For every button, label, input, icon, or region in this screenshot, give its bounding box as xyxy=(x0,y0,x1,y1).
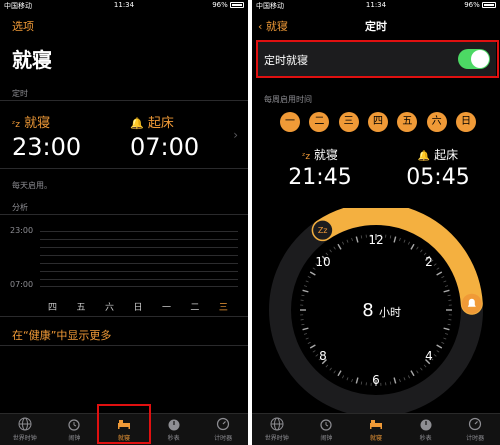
options-button[interactable]: 选项 xyxy=(12,18,34,34)
every-day-label: 每天启用。 xyxy=(12,181,52,190)
stopwatch-icon xyxy=(168,419,180,431)
battery-icon xyxy=(482,2,496,8)
dial-number: 12 xyxy=(368,233,383,247)
tab-world-clock[interactable]: 世界时钟 xyxy=(253,417,301,442)
divider xyxy=(0,345,248,346)
zz-icon: Zz xyxy=(318,226,328,235)
chart-top-label: 23:00 xyxy=(10,226,34,235)
weekday-selector: 一 二 三 四 五 六 日 xyxy=(280,112,476,132)
show-in-health-link[interactable]: 在“健康”中显示更多 xyxy=(12,327,111,343)
day-labels: 四 五 六 日 一 二 三 xyxy=(48,300,228,313)
bell-icon: 🔔 xyxy=(417,151,431,162)
timer-icon xyxy=(217,417,230,431)
sleep-analysis-chart: 23:00 07:00 xyxy=(10,226,238,290)
bedtime-value: 23:00 xyxy=(12,133,82,161)
dial-number: 4 xyxy=(425,349,433,363)
nav-bar: ‹ 就寝 定时 xyxy=(252,18,500,34)
weekday-toggle[interactable]: 一 xyxy=(280,112,300,132)
dial-number: 2 xyxy=(425,255,433,269)
status-bar: 中国移动 11:34 96% xyxy=(252,0,500,12)
wake-label: 起床 xyxy=(147,116,174,131)
globe-icon xyxy=(270,417,284,431)
dial-number: 8 xyxy=(319,349,327,363)
bedtime-screen: 中国移动 11:34 96% 选项 就寝 定时 ᶻz 就寝 23:00 🔔 起床… xyxy=(0,0,248,445)
day-label: 六 xyxy=(104,303,114,313)
stopwatch-icon xyxy=(420,419,432,431)
divider xyxy=(0,100,248,101)
zz-icon: ᶻz xyxy=(302,152,311,162)
status-time: 11:34 xyxy=(365,1,387,9)
tab-world-clock[interactable]: 世界时钟 xyxy=(1,417,49,442)
bedtime-block: ᶻz 就寝 21:45 xyxy=(280,146,360,190)
day-label: 五 xyxy=(76,303,86,313)
weekday-toggle[interactable]: 二 xyxy=(309,112,330,132)
highlight-box xyxy=(97,404,151,444)
weekly-label: 每周启用时间 xyxy=(264,95,312,104)
zz-icon: ᶻz xyxy=(12,120,21,130)
day-label: 二 xyxy=(190,303,200,313)
chart-bottom-label: 07:00 xyxy=(10,280,34,289)
divider xyxy=(0,316,248,317)
weekday-toggle[interactable]: 日 xyxy=(455,112,476,132)
day-label: 四 xyxy=(48,303,58,313)
wake-value: 07:00 xyxy=(130,133,200,161)
alarm-icon xyxy=(320,419,332,431)
weekday-toggle[interactable]: 三 xyxy=(338,112,359,132)
tab-timer[interactable]: 计时器 xyxy=(451,417,499,442)
status-bar: 中国移动 11:34 96% xyxy=(0,0,248,12)
bedtime-label: 就寝 xyxy=(313,148,338,162)
wake-label: 起床 xyxy=(434,148,459,162)
weekday-toggle[interactable]: 四 xyxy=(367,112,388,132)
schedule-label: 定时 xyxy=(12,89,28,98)
sleep-dial[interactable]: 12 2 4 6 8 10 8 小时 Zz xyxy=(264,208,488,418)
nav-title: 定时 xyxy=(365,20,387,33)
battery-indicator: 96% xyxy=(212,1,244,9)
bed-icon xyxy=(369,420,382,429)
globe-icon xyxy=(18,417,32,431)
alarm-icon xyxy=(68,419,80,431)
bell-icon: 🔔 xyxy=(130,117,144,130)
divider xyxy=(0,214,248,215)
duration-hours: 8 xyxy=(362,300,373,321)
tab-stopwatch[interactable]: 秒表 xyxy=(402,417,450,442)
wake-handle[interactable] xyxy=(461,293,482,314)
tab-alarm[interactable]: 闹钟 xyxy=(302,417,350,442)
duration-unit: 小时 xyxy=(379,306,401,319)
day-label: 一 xyxy=(161,303,171,313)
bedtime-label: 就寝 xyxy=(24,116,51,131)
schedule-screen: 中国移动 11:34 96% ‹ 就寝 定时 定时就寝 每周启用时间 一 二 三… xyxy=(252,0,500,445)
bedtime-handle[interactable]: Zz xyxy=(312,219,334,241)
timer-icon xyxy=(469,417,482,431)
wake-block[interactable]: 🔔 起床 07:00 xyxy=(130,112,199,161)
battery-indicator: 96% xyxy=(464,1,496,9)
tab-bar: 世界时钟 闹钟 就寝 秒表 计时器 xyxy=(252,413,500,445)
dial-number: 10 xyxy=(315,255,330,269)
day-label-today: 三 xyxy=(218,303,228,313)
tab-stopwatch[interactable]: 秒表 xyxy=(150,417,198,442)
chevron-right-icon[interactable]: › xyxy=(233,128,238,142)
analysis-label: 分析 xyxy=(12,203,28,212)
divider xyxy=(0,168,248,169)
page-title: 就寝 xyxy=(12,48,52,72)
wake-block: 🔔 起床 05:45 xyxy=(398,146,478,190)
wake-value: 05:45 xyxy=(406,165,470,190)
dial-number: 6 xyxy=(372,373,380,387)
weekday-toggle[interactable]: 五 xyxy=(397,112,418,132)
tab-alarm[interactable]: 闹钟 xyxy=(50,417,98,442)
tab-bedtime[interactable]: 就寝 xyxy=(352,417,400,442)
weekday-toggle[interactable]: 六 xyxy=(426,112,447,132)
battery-icon xyxy=(230,2,244,8)
highlight-box xyxy=(256,40,499,78)
status-time: 11:34 xyxy=(113,1,135,9)
tab-timer[interactable]: 计时器 xyxy=(199,417,247,442)
bedtime-block[interactable]: ᶻz 就寝 23:00 xyxy=(12,112,81,161)
day-label: 日 xyxy=(133,303,143,313)
bedtime-value: 21:45 xyxy=(288,165,352,190)
